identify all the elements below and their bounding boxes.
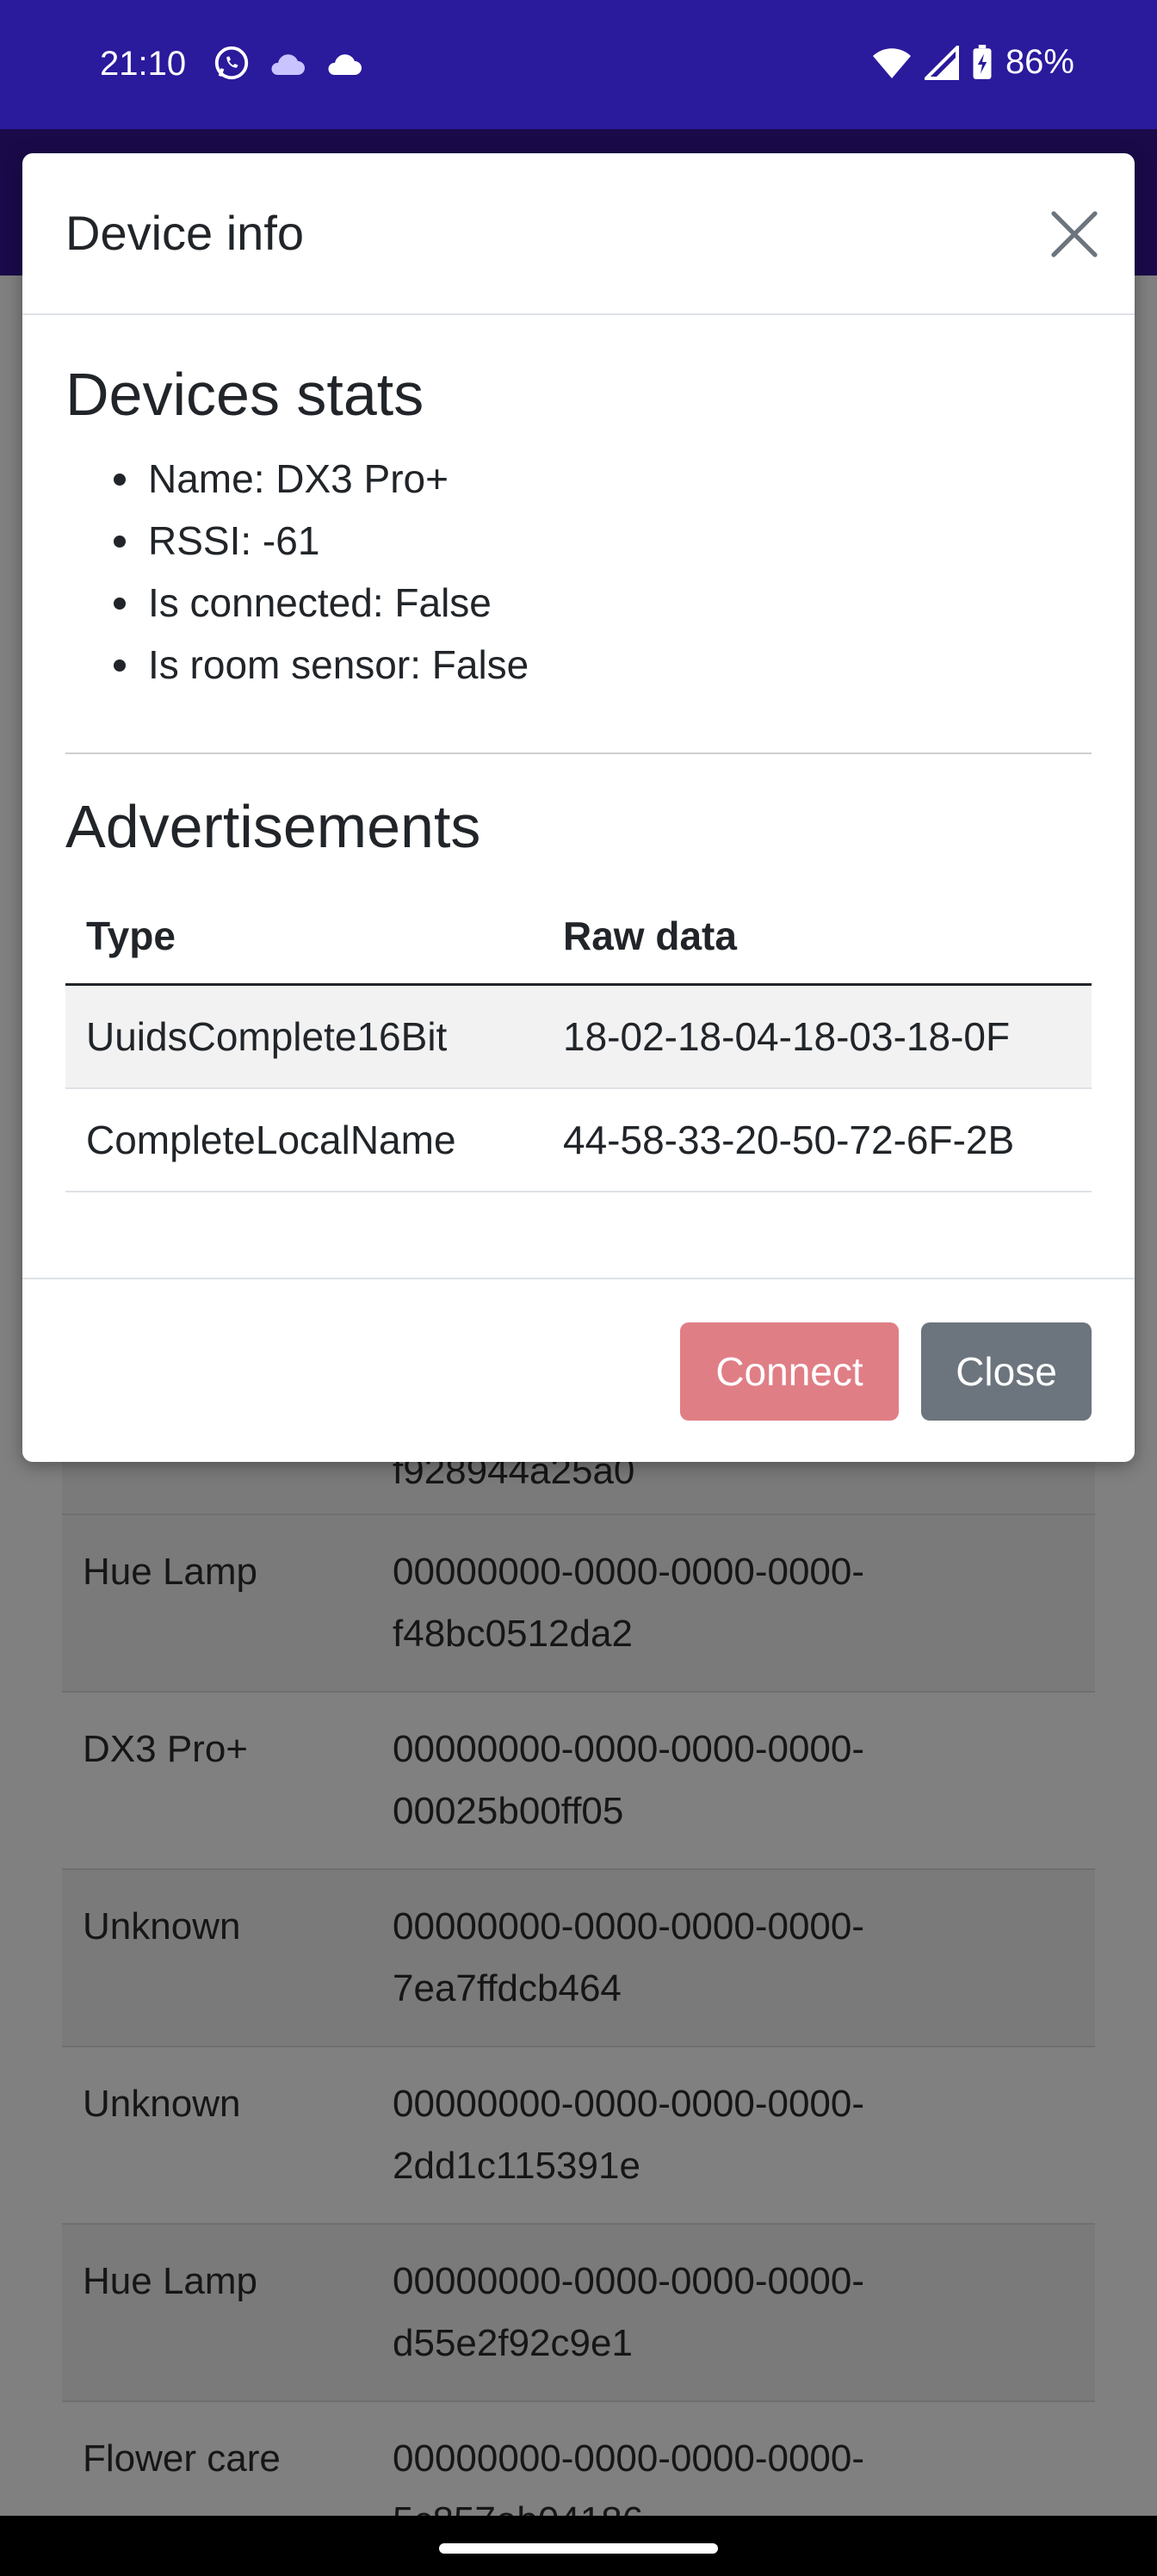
device-name: Hue Lamp <box>83 2260 258 2302</box>
device-id: 00000000-0000-0000-0000- d55e2f92c9e1 <box>393 2260 865 2364</box>
whatsapp-icon <box>214 46 249 80</box>
table-row[interactable]: Unknown 00000000-0000-0000-0000- 2dd1c115… <box>62 2047 1095 2225</box>
stats-heading: Devices stats <box>65 361 424 428</box>
column-header-type: Type <box>65 895 542 986</box>
notification-icons <box>212 43 365 83</box>
device-id: 00000000-0000-0000-0000- 2dd1c115391e <box>393 2083 865 2187</box>
cloud-icon <box>271 54 305 75</box>
close-icon[interactable] <box>1047 207 1102 262</box>
table-row[interactable]: Hue Lamp 00000000-0000-0000-0000- d55e2f9… <box>62 2225 1095 2402</box>
modal-header: Device info <box>22 153 1135 315</box>
column-header-raw-data: Raw data <box>542 895 1092 986</box>
modal-title: Device info <box>65 206 305 260</box>
wifi-icon <box>872 47 911 78</box>
device-name: Unknown <box>83 2083 241 2125</box>
device-name: Hue Lamp <box>83 1551 258 1593</box>
device-name: DX3 Pro+ <box>83 1728 248 1770</box>
home-gesture-handle[interactable] <box>439 2543 718 2554</box>
battery-percent: 86% <box>1005 43 1074 81</box>
close-button[interactable]: Close <box>921 1322 1092 1421</box>
connect-button[interactable]: Connect <box>680 1322 899 1421</box>
adv-raw-data: 44-58-33-20-50-72-6F-2B <box>542 1088 1092 1192</box>
status-bar: 21:10 86% <box>0 0 1157 129</box>
devices-table: Hue Lamp 00000000-0000-0000-0000- f48bc05… <box>62 1515 1095 2576</box>
table-row[interactable]: DX3 Pro+ 00000000-0000-0000-0000- 00025b0… <box>62 1693 1095 1870</box>
battery-charging-icon <box>973 44 992 79</box>
modal-body: Devices stats Name: DX3 Pro+ RSSI: -61 I… <box>65 315 1092 1192</box>
stat-is-room-sensor: Is room sensor: False <box>65 634 1092 696</box>
stats-list: Name: DX3 Pro+ RSSI: -61 Is connected: F… <box>65 448 1092 696</box>
device-id: 00000000-0000-0000-0000- 00025b00ff05 <box>393 1728 865 1832</box>
adv-type: CompleteLocalName <box>65 1088 542 1192</box>
status-time: 21:10 <box>100 45 187 83</box>
modal-footer: Connect Close <box>22 1278 1135 1462</box>
system-icons: 86% <box>871 43 1074 82</box>
table-row: UuidsComplete16Bit 18-02-18-04-18-03-18-… <box>65 984 1092 1089</box>
device-id: 00000000-0000-0000-0000- 7ea7ffdcb464 <box>393 1905 865 2009</box>
stat-name: Name: DX3 Pro+ <box>65 448 1092 510</box>
table-row[interactable]: Hue Lamp 00000000-0000-0000-0000- f48bc05… <box>62 1515 1095 1693</box>
signal-icon <box>924 45 959 80</box>
divider <box>65 752 1092 754</box>
device-info-modal: Device info Devices stats Name: DX3 Pro+… <box>22 153 1135 1462</box>
device-name: Unknown <box>83 1905 241 1947</box>
advertisements-heading: Advertisements <box>65 793 481 860</box>
device-id: 00000000-0000-0000-0000- f48bc0512da2 <box>393 1551 865 1655</box>
stat-is-connected: Is connected: False <box>65 572 1092 634</box>
table-row: CompleteLocalName 44-58-33-20-50-72-6F-2… <box>65 1088 1092 1192</box>
cloud-icon <box>328 54 362 75</box>
adv-type: UuidsComplete16Bit <box>65 984 542 1089</box>
table-row[interactable]: Unknown 00000000-0000-0000-0000- 7ea7ffdc… <box>62 1870 1095 2047</box>
stat-rssi: RSSI: -61 <box>65 510 1092 572</box>
adv-raw-data: 18-02-18-04-18-03-18-0F <box>542 984 1092 1089</box>
table-header-row: Type Raw data <box>65 895 1092 986</box>
navigation-bar <box>0 2516 1157 2576</box>
advertisements-table: Type Raw data UuidsComplete16Bit 18-02-1… <box>65 895 1092 1192</box>
